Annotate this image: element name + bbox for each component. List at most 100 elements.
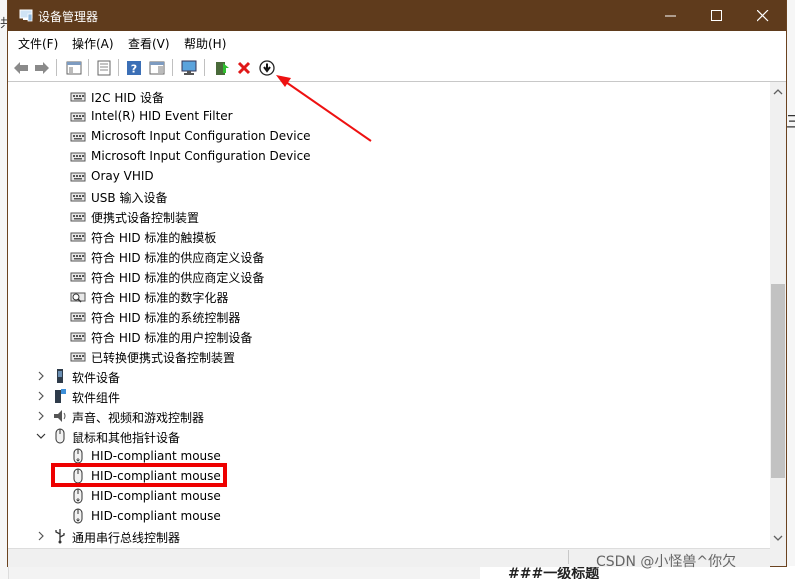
background-heading-text: ###一级标题 <box>508 566 600 579</box>
close-button[interactable] <box>740 0 786 31</box>
tree-item-device[interactable]: Intel(R) HID Event Filter <box>8 106 768 126</box>
tree-item-device[interactable]: 符合 HID 标准的触摸板 <box>8 226 768 246</box>
show-hide-console-tree-button[interactable] <box>64 58 84 78</box>
chevron-right-icon[interactable] <box>35 410 47 422</box>
toolbar: ? <box>8 54 786 82</box>
keyboard-device-icon <box>70 172 86 182</box>
tree-item-device[interactable]: 符合 HID 标准的供应商定义设备 <box>8 266 768 286</box>
tree-item-device[interactable]: Microsoft Input Configuration Device <box>8 126 768 146</box>
tree-category-software-devices[interactable]: 软件设备 <box>8 366 768 386</box>
tree-item-mouse[interactable]: HID-compliant mouse <box>8 506 768 526</box>
tree-item-device[interactable]: 符合 HID 标准的数字化器 <box>8 286 768 306</box>
keyboard-device-icon <box>70 312 86 322</box>
tree-category-label: 通用串行总线控制器 <box>72 531 181 545</box>
device-manager-app-icon <box>19 9 33 22</box>
tree-item-label: HID-compliant mouse <box>91 489 221 503</box>
tree-item-label: Microsoft Input Configuration Device <box>91 149 311 163</box>
update-driver-button[interactable] <box>212 58 232 78</box>
tree-item-label: Oray VHID <box>91 169 154 183</box>
chevron-right-icon[interactable] <box>35 390 47 402</box>
tree-category-label: 鼠标和其他指针设备 <box>72 431 181 445</box>
tree-item-label: Microsoft Input Configuration Device <box>91 129 311 143</box>
chevron-right-icon[interactable] <box>35 370 47 382</box>
tree-category-software-components[interactable]: 软件组件 <box>8 386 768 406</box>
keyboard-device-icon <box>70 332 86 342</box>
delete-x-icon <box>237 61 251 75</box>
tree-item-label: 便携式设备控制装置 <box>91 211 200 225</box>
menu-action[interactable]: 操作(A) <box>69 35 117 52</box>
toolbar-separator <box>56 59 57 76</box>
tree-item-label: HID-compliant mouse <box>91 509 221 523</box>
tree-category-label: 声音、视频和游戏控制器 <box>72 411 205 425</box>
keyboard-device-icon <box>70 92 86 102</box>
software-component-icon <box>55 389 66 403</box>
tree-item-device[interactable]: Oray VHID <box>8 166 768 186</box>
keyboard-device-icon <box>70 192 86 202</box>
tree-category-usb-controllers[interactable]: 通用串行总线控制器 <box>8 526 768 546</box>
tree-item-device[interactable]: 便携式设备控制装置 <box>8 206 768 226</box>
tree-category-mice-pointing[interactable]: 鼠标和其他指针设备 <box>8 426 768 446</box>
scan-hardware-button[interactable] <box>179 58 199 78</box>
background-app-right-edge: 三 <box>786 0 795 579</box>
tree-item-label: I2C HID 设备 <box>91 91 164 105</box>
tree-item-device[interactable]: 已转换便携式设备控制装置 <box>8 346 768 366</box>
tree-item-label: 已转换便携式设备控制装置 <box>91 351 236 365</box>
tree-item-label: 符合 HID 标准的数字化器 <box>91 291 229 305</box>
keyboard-device-icon <box>70 232 86 242</box>
forward-button[interactable] <box>32 58 52 78</box>
back-icon <box>14 62 28 74</box>
mouse-device-icon <box>73 508 83 524</box>
minimize-button[interactable] <box>648 0 694 31</box>
maximize-button[interactable] <box>694 0 740 31</box>
toolbar-separator <box>118 59 119 76</box>
menu-bar: 文件(F) 操作(A) 查看(V) 帮助(H) <box>8 31 786 54</box>
tree-item-label: Intel(R) HID Event Filter <box>91 109 233 123</box>
download-circle-icon <box>259 60 275 76</box>
tree-item-label: 符合 HID 标准的供应商定义设备 <box>91 271 265 285</box>
digitizer-device-icon <box>70 292 86 303</box>
scrollbar-thumb[interactable] <box>771 284 785 478</box>
mouse-icon <box>55 428 65 444</box>
tree-item-device[interactable]: USB 输入设备 <box>8 186 768 206</box>
background-fragment: 三 <box>786 112 795 131</box>
tree-category-label: 软件设备 <box>72 371 121 385</box>
help-button[interactable]: ? <box>124 58 144 78</box>
menu-help[interactable]: 帮助(H) <box>181 35 229 52</box>
scroll-down-icon[interactable] <box>770 530 786 546</box>
forward-icon <box>35 62 49 74</box>
monitor-scan-icon <box>181 60 197 75</box>
window-title: 设备管理器 <box>38 10 99 24</box>
chevron-down-icon[interactable] <box>35 430 47 442</box>
tree-item-label: USB 输入设备 <box>91 191 168 205</box>
title-bar[interactable]: 设备管理器 <box>8 0 786 31</box>
keyboard-device-icon <box>70 212 86 222</box>
toolbar-separator <box>204 59 205 76</box>
tree-category-sound-video-game[interactable]: 声音、视频和游戏控制器 <box>8 406 768 426</box>
keyboard-device-icon <box>70 152 86 162</box>
tree-item-device[interactable]: 符合 HID 标准的用户控制设备 <box>8 326 768 346</box>
status-bar-divider <box>568 550 569 564</box>
back-button[interactable] <box>11 58 31 78</box>
scroll-up-icon[interactable] <box>770 84 786 100</box>
tree-category-label: 软件组件 <box>72 391 121 405</box>
software-device-icon <box>57 369 63 383</box>
chevron-right-icon[interactable] <box>35 530 47 542</box>
uninstall-device-button[interactable] <box>234 58 254 78</box>
action-pane-icon <box>149 61 165 75</box>
menu-view[interactable]: 查看(V) <box>125 35 173 52</box>
tree-item-device[interactable]: Microsoft Input Configuration Device <box>8 146 768 166</box>
tree-item-device[interactable]: 符合 HID 标准的系统控制器 <box>8 306 768 326</box>
disable-device-button[interactable] <box>257 58 277 78</box>
properties-button[interactable] <box>94 58 114 78</box>
tree-item-mouse[interactable]: HID-compliant mouse <box>8 486 768 506</box>
vertical-scrollbar[interactable] <box>770 82 786 548</box>
menu-file[interactable]: 文件(F) <box>15 35 61 52</box>
toolbar-separator <box>88 59 89 76</box>
keyboard-device-icon <box>70 252 86 262</box>
tree-item-device[interactable]: 符合 HID 标准的供应商定义设备 <box>8 246 768 266</box>
watermark: CSDN @小怪兽^你欠 <box>596 554 737 570</box>
action-pane-button[interactable] <box>147 58 167 78</box>
tree-item-label: HID-compliant mouse <box>91 449 221 463</box>
minimize-icon <box>665 15 676 17</box>
tree-item-device[interactable]: I2C HID 设备 <box>8 86 768 106</box>
